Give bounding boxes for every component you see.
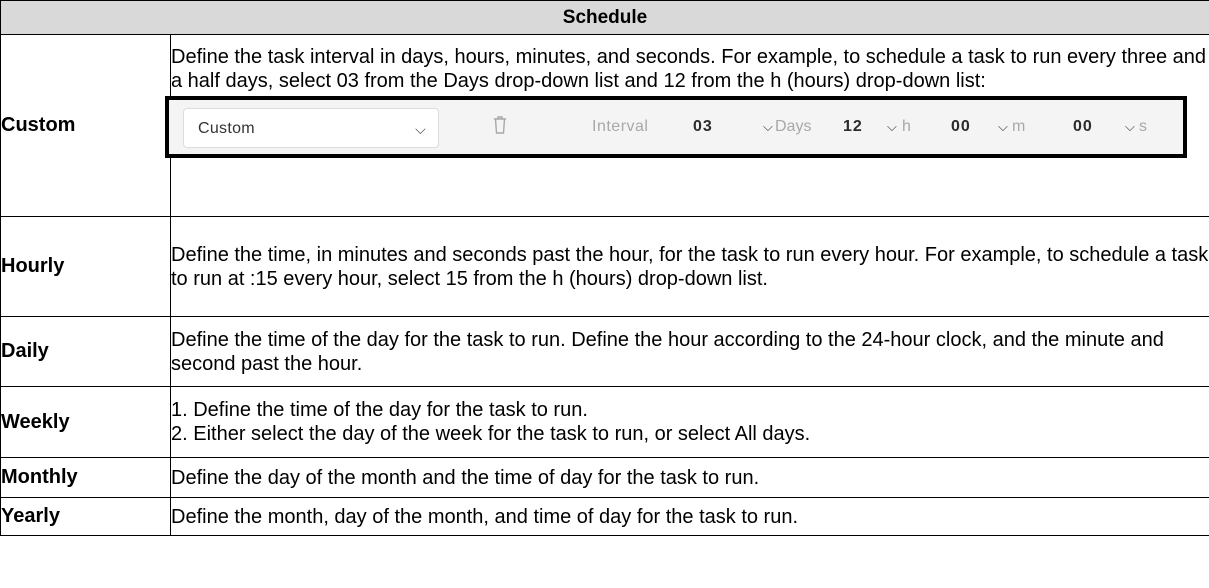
- row-label-monthly: Monthly: [0, 457, 171, 498]
- row-label-yearly: Yearly: [0, 497, 171, 536]
- schedule-interval-control: Custom ⌵ Interval 03 ⌵ Days 12 ⌵ h 00 ⌵ …: [165, 96, 1187, 158]
- list-item: 1. Define the time of the day for the ta…: [171, 399, 588, 421]
- schedule-table: Schedule Custom Define the task interval…: [0, 0, 1209, 536]
- minutes-unit-label: m: [1012, 118, 1026, 135]
- row-description-hourly: Define the time, in minutes and seconds …: [169, 216, 1209, 317]
- row-description-custom: Define the task interval in days, hours,…: [165, 34, 1209, 217]
- hours-unit-label: h: [902, 118, 911, 135]
- row-description-monthly: Define the day of the month and the time…: [169, 457, 1209, 498]
- table-row: Daily Define the time of the day for the…: [0, 316, 1209, 387]
- minutes-select[interactable]: 00: [951, 100, 971, 154]
- seconds-unit-label: s: [1139, 118, 1147, 135]
- table-header: Schedule: [0, 0, 1209, 35]
- row-description-yearly: Define the month, day of the month, and …: [169, 497, 1209, 536]
- table-header-row: Schedule: [0, 0, 1209, 35]
- chevron-down-icon[interactable]: ⌵: [1125, 100, 1135, 154]
- table-row: Custom Define the task interval in days,…: [0, 34, 1209, 217]
- chevron-down-icon[interactable]: ⌵: [887, 100, 897, 154]
- row-label-hourly: Hourly: [0, 216, 171, 317]
- table-row: Yearly Define the month, day of the mont…: [0, 497, 1209, 536]
- row-description-daily: Define the time of the day for the task …: [169, 316, 1209, 387]
- days-unit-label: Days: [775, 118, 812, 135]
- seconds-select[interactable]: 00: [1073, 100, 1093, 154]
- chevron-down-icon: ⌵: [415, 121, 426, 137]
- row-label-weekly: Weekly: [0, 386, 171, 458]
- frequency-select[interactable]: Custom ⌵: [183, 108, 439, 148]
- table-row: Monthly Define the day of the month and …: [0, 457, 1209, 498]
- table-row: Weekly 1. Define the time of the day for…: [0, 386, 1209, 458]
- weekly-steps: 1. Define the time of the day for the ta…: [171, 398, 1209, 446]
- chevron-down-icon[interactable]: ⌵: [763, 100, 773, 154]
- list-item: 2. Either select the day of the week for…: [171, 423, 811, 445]
- interval-label: Interval: [592, 118, 649, 135]
- description-text: Define the task interval in days, hours,…: [171, 46, 1206, 92]
- row-description-weekly: 1. Define the time of the day for the ta…: [169, 386, 1209, 458]
- hours-select[interactable]: 12: [843, 100, 863, 154]
- chevron-down-icon[interactable]: ⌵: [998, 100, 1008, 154]
- days-select[interactable]: 03: [693, 100, 713, 154]
- table-row: Hourly Define the time, in minutes and s…: [0, 216, 1209, 317]
- trash-icon[interactable]: [493, 115, 507, 135]
- row-label-custom: Custom: [0, 34, 171, 217]
- frequency-select-value: Custom: [198, 120, 255, 137]
- row-label-daily: Daily: [0, 316, 171, 387]
